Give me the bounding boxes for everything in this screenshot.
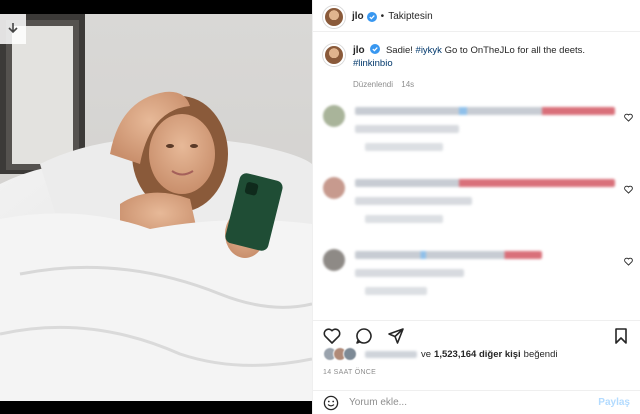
- redacted-text: [355, 197, 472, 205]
- paper-plane-icon[interactable]: [387, 327, 405, 345]
- follow-status[interactable]: Takiptesin: [388, 11, 432, 22]
- redacted-liker-name: [365, 350, 417, 358]
- comment-body-redacted: [355, 179, 615, 249]
- liker-avatars[interactable]: [323, 347, 357, 361]
- download-button[interactable]: [0, 14, 26, 44]
- redacted-text: [355, 179, 615, 187]
- redacted-text: [365, 287, 428, 295]
- post-header: jlo • Takiptesin: [313, 2, 640, 32]
- comment-body-redacted: [355, 107, 615, 177]
- comment-bubble-icon[interactable]: [355, 327, 373, 345]
- comment-like-icon[interactable]: [624, 185, 633, 194]
- post-details-panel: jlo • Takiptesin jlo Sadie! #iykyk Go to…: [312, 0, 640, 414]
- redacted-text: [355, 125, 459, 133]
- redacted-text: [365, 215, 443, 223]
- comment-input[interactable]: [349, 397, 599, 408]
- comment-item: [313, 249, 640, 321]
- redacted-text: [355, 107, 615, 115]
- caption-avatar[interactable]: [323, 44, 345, 66]
- comment-like-icon[interactable]: [624, 113, 633, 122]
- caption-username[interactable]: jlo: [353, 45, 365, 56]
- post-caption: jlo Sadie! #iykyk Go to OnTheJLo for all…: [313, 36, 640, 91]
- comment-item: [313, 105, 640, 177]
- edited-label: Düzenlendi: [353, 80, 394, 89]
- redacted-text: [365, 143, 443, 151]
- author-avatar[interactable]: [323, 5, 345, 28]
- liker-avatar: [343, 347, 357, 361]
- comments-list: jlo Sadie! #iykyk Go to OnTheJLo for all…: [313, 36, 640, 322]
- caption-text: Sadie!: [385, 45, 413, 56]
- verified-badge-icon: [366, 11, 377, 22]
- caption-text-mid: Go to OnTheJLo for all the deets.: [444, 45, 586, 56]
- caption-age: 14s: [401, 80, 415, 89]
- smiley-icon[interactable]: [323, 395, 339, 411]
- post-timestamp[interactable]: 14 SAAT ÖNCE: [323, 369, 376, 376]
- post-photo[interactable]: [0, 14, 312, 401]
- comment-avatar[interactable]: [323, 105, 345, 127]
- likes-summary: ve 1,523,164 diğer kişi beğendi: [323, 346, 557, 362]
- post-media: [0, 0, 312, 414]
- comment-item: [313, 177, 640, 249]
- comment-body-redacted: [355, 251, 615, 321]
- redacted-text: [355, 251, 543, 259]
- comment-avatar[interactable]: [323, 177, 345, 199]
- download-icon: [8, 23, 18, 34]
- comment-like-icon[interactable]: [624, 257, 633, 266]
- bookmark-icon[interactable]: [612, 327, 630, 345]
- caption-body: jlo Sadie! #iykyk Go to OnTheJLo for all…: [353, 44, 623, 91]
- author-username[interactable]: jlo: [352, 11, 364, 22]
- likes-tail: beğendi: [523, 348, 558, 360]
- post-comment-button[interactable]: Paylaş: [598, 397, 630, 408]
- heart-icon[interactable]: [323, 327, 341, 345]
- add-comment-bar: Paylaş: [313, 390, 640, 414]
- likes-count[interactable]: 1,523,164 diğer kişi: [434, 349, 521, 360]
- verified-badge-icon: [370, 44, 381, 54]
- comment-avatar[interactable]: [323, 249, 345, 271]
- likes-connector: ve: [421, 348, 432, 360]
- hashtag-link[interactable]: #linkinbio: [353, 58, 393, 69]
- redacted-text: [355, 269, 465, 277]
- separator-dot: •: [380, 11, 385, 22]
- hashtag-link[interactable]: #iykyk: [416, 45, 442, 56]
- caption-meta: Düzenlendi 14s: [353, 78, 623, 91]
